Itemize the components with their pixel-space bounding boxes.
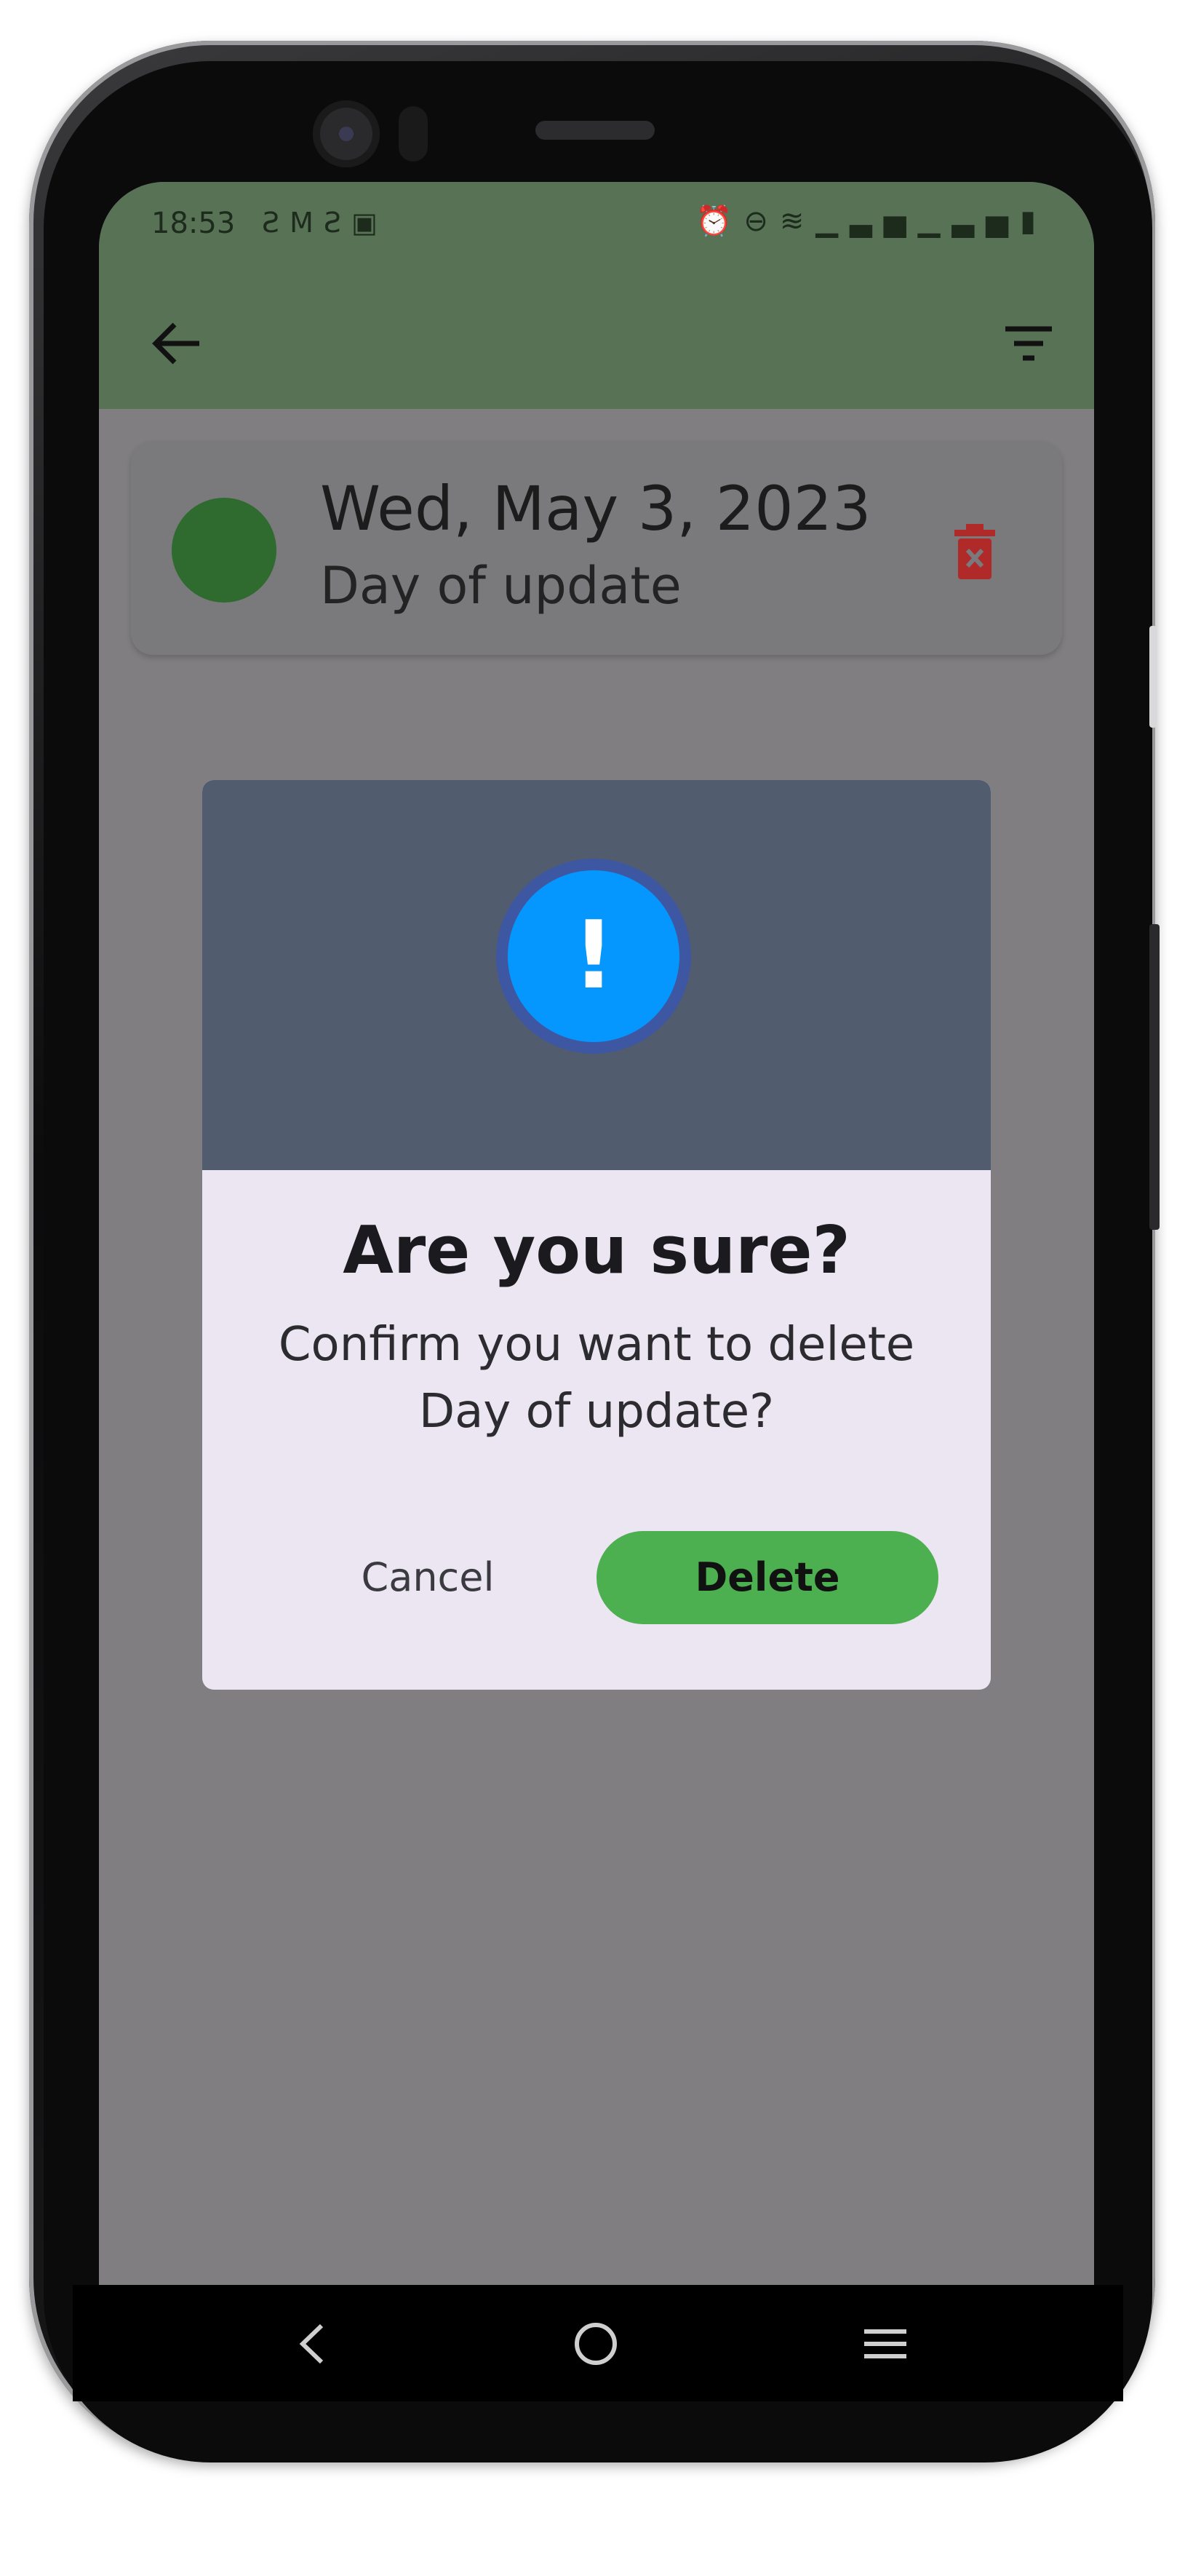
status-bar: 18:53 ƧMƧ▣ ⏰⊖≋▁▃▅▁▃▅▮	[99, 182, 1094, 262]
entry-name: Day of update	[320, 556, 682, 616]
alarm-icon: ⏰	[695, 204, 744, 238]
app-icon: ▣	[351, 207, 388, 239]
entry-color-dot	[172, 498, 276, 603]
confirm-delete-dialog: ! Are you sure? Confirm you want to dele…	[202, 780, 991, 1690]
chevron-left-icon	[299, 2323, 324, 2364]
delete-entry-button[interactable]	[953, 524, 997, 579]
dialog-message: Confirm you want to delete Day of update…	[246, 1311, 947, 1445]
battery-icon: ▮	[1019, 204, 1048, 238]
nav-back-button[interactable]	[272, 2304, 352, 2384]
status-time: 18:53	[151, 207, 236, 240]
cancel-button[interactable]: Cancel	[319, 1531, 537, 1624]
filter-icon	[1005, 326, 1052, 361]
sim-icon: Ƨ	[262, 207, 290, 239]
exclamation-icon: !	[572, 902, 615, 1010]
signal-icon: ▁▃▅	[917, 204, 1020, 238]
app-toolbar: 18:53 ƧMƧ▣ ⏰⊖≋▁▃▅▁▃▅▮	[99, 182, 1094, 409]
volume-button	[1149, 626, 1157, 728]
menu-icon	[864, 2329, 906, 2358]
phone-screen: 18:53 ƧMƧ▣ ⏰⊖≋▁▃▅▁▃▅▮ Wed, May 3, 2023 D…	[99, 182, 1094, 2285]
dialog-header: !	[202, 780, 991, 1170]
delete-button[interactable]: Delete	[596, 1531, 938, 1624]
home-circle-icon	[575, 2323, 617, 2365]
nav-recents-button[interactable]	[845, 2304, 925, 2384]
dialog-message-line: Confirm you want to delete	[278, 1318, 915, 1372]
dialog-title: Are you sure?	[343, 1212, 850, 1289]
earpiece-speaker	[535, 121, 655, 140]
wifi-icon: ≋	[779, 204, 816, 238]
nav-home-button[interactable]	[556, 2304, 636, 2384]
trash-icon	[954, 524, 995, 579]
filter-button[interactable]	[992, 307, 1065, 380]
gmail-icon: M	[290, 207, 324, 239]
system-icons: ⏰⊖≋▁▃▅▁▃▅▮	[696, 204, 1048, 238]
entry-card[interactable]: Wed, May 3, 2023 Day of update	[131, 441, 1062, 655]
power-button	[1149, 924, 1160, 1230]
dialog-message-line: Day of update?	[418, 1385, 775, 1439]
proximity-sensor	[399, 106, 428, 162]
back-button[interactable]	[141, 307, 214, 380]
signal-icon: ▁▃▅	[815, 204, 918, 238]
system-navigation-bar	[73, 2285, 1123, 2401]
sim-icon: Ƨ	[323, 207, 352, 239]
entry-date: Wed, May 3, 2023	[320, 473, 871, 544]
notification-icons: ƧMƧ▣	[262, 207, 388, 239]
arrow-left-icon	[152, 322, 199, 365]
dnd-icon: ⊖	[743, 204, 780, 238]
front-camera	[313, 100, 380, 167]
